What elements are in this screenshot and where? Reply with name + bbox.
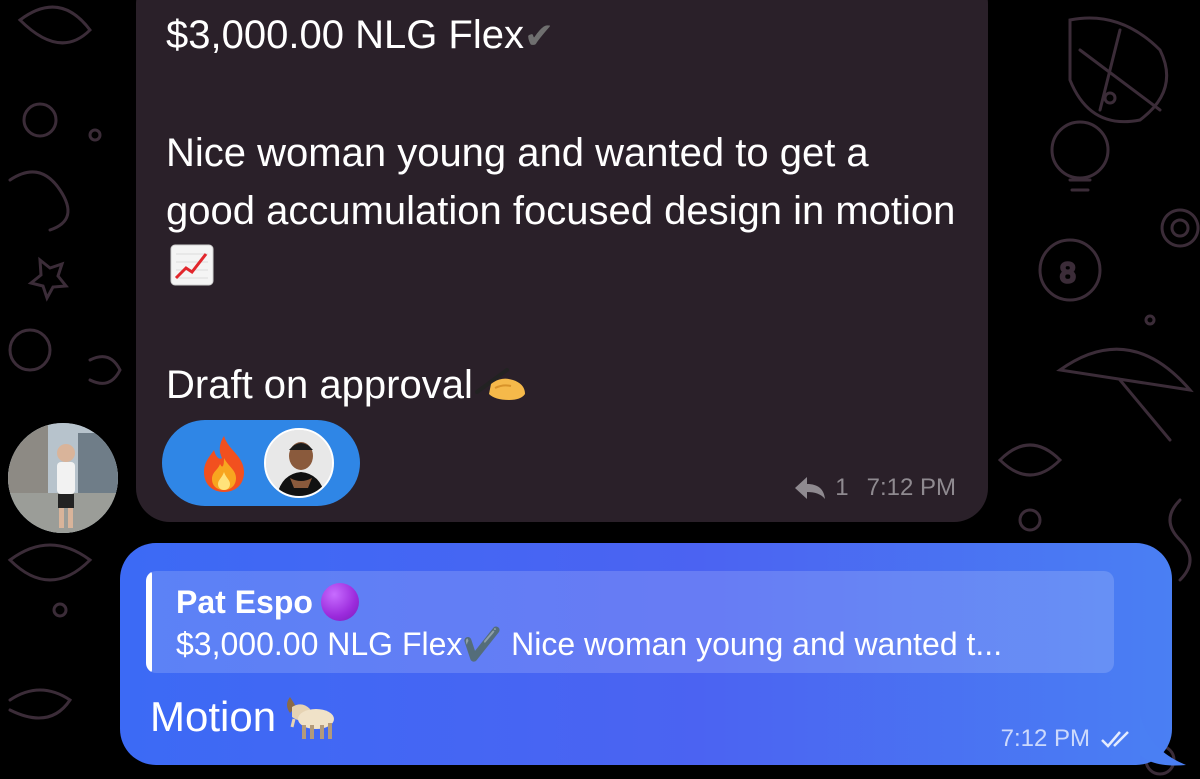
reply-arrow-icon[interactable] <box>793 475 827 501</box>
check-mark-icon: ✔ <box>524 16 555 57</box>
incoming-message-text: $3,000.00 NLG Flex✔ Nice woman young and… <box>166 6 966 414</box>
reply-quote[interactable]: Pat Espo $3,000.00 NLG Flex✔️ Nice woman… <box>146 571 1114 673</box>
sender-avatar-image <box>8 423 118 533</box>
outgoing-bubble-tail <box>1140 715 1186 766</box>
fire-icon[interactable] <box>198 434 250 494</box>
writing-hand-icon <box>474 368 525 400</box>
sender-avatar[interactable] <box>8 423 118 533</box>
reply-count[interactable]: 1 <box>835 474 848 502</box>
reactor-avatar[interactable] <box>264 428 334 498</box>
purple-circle-icon <box>320 583 359 621</box>
reactions-pill[interactable] <box>162 420 360 506</box>
outgoing-message-time: 7:12 PM <box>1000 725 1090 752</box>
message-line-draft: Draft on approval <box>166 363 473 407</box>
outgoing-message-text: Motion <box>150 693 338 741</box>
message-line-price: $3,000.00 NLG Flex <box>166 13 524 57</box>
quote-bar <box>146 571 152 673</box>
svg-text:8: 8 <box>1060 257 1076 288</box>
chart-increasing-icon <box>170 244 214 286</box>
double-check-icon <box>1101 731 1129 748</box>
incoming-message-meta: 1 7:12 PM <box>793 474 956 502</box>
reply-quote-preview: $3,000.00 NLG Flex✔️ Nice woman young an… <box>176 626 1003 662</box>
goat-icon <box>287 697 335 739</box>
outgoing-message-meta: 7:12 PM <box>1001 725 1136 753</box>
incoming-message-bubble[interactable]: $3,000.00 NLG Flex✔ Nice woman young and… <box>136 0 988 522</box>
reactor-avatar-image <box>266 430 332 496</box>
outgoing-message-bubble[interactable]: Pat Espo $3,000.00 NLG Flex✔️ Nice woman… <box>120 543 1172 765</box>
incoming-message-time: 7:12 PM <box>866 474 956 501</box>
message-line-description: Nice woman young and wanted to get a goo… <box>166 131 956 233</box>
reply-quote-sender: Pat Espo <box>176 583 359 621</box>
